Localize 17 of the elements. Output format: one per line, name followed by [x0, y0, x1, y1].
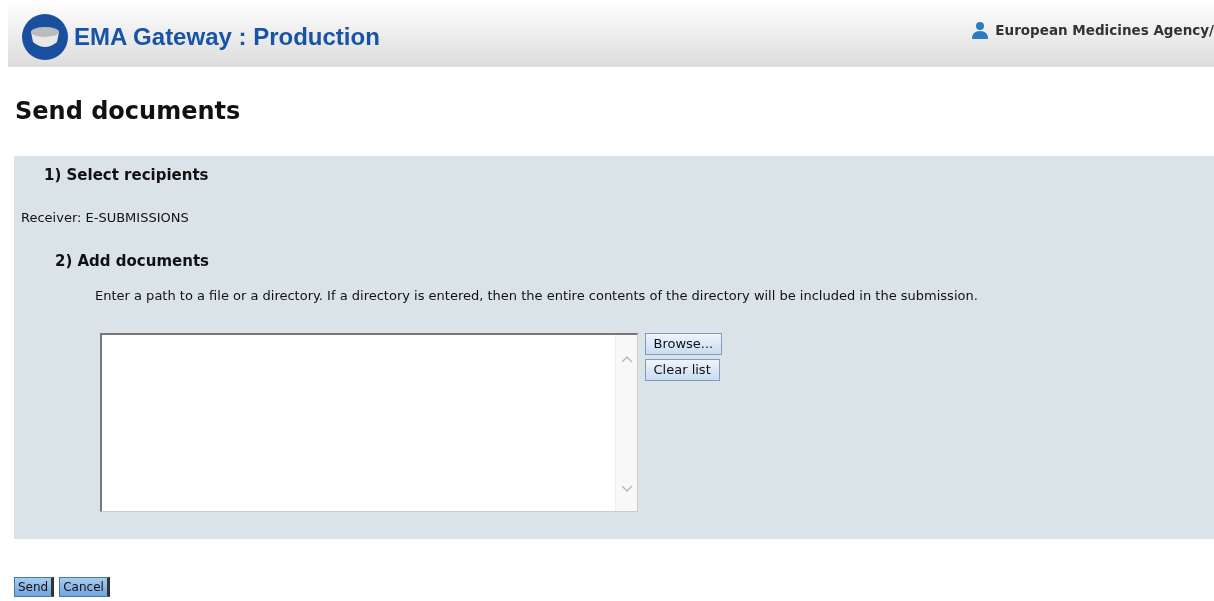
browse-button[interactable]: Browse... [644, 332, 723, 355]
scroll-down-icon[interactable] [620, 484, 633, 493]
logo-icon [22, 14, 68, 60]
page-title: Send documents [15, 97, 242, 126]
document-list[interactable] [100, 332, 638, 512]
send-button[interactable]: Send [14, 576, 55, 597]
section-heading: 2) Add documents [55, 250, 210, 272]
user-name: European Medicines Agency/ [995, 21, 1214, 40]
user-icon [971, 21, 990, 40]
clear-list-button[interactable]: Clear list [644, 358, 720, 381]
section-heading: 1) Select recipients [44, 164, 210, 186]
scrollbar[interactable] [615, 334, 637, 511]
receiver-text: Receiver: E-SUBMISSIONS [21, 209, 190, 228]
app-title: EMA Gateway : Production [74, 22, 380, 52]
scroll-up-icon[interactable] [620, 354, 633, 363]
instructions-text: Enter a path to a file or a directory. If a directory is entered, then the entire contents of the directory will be included in the submission. [95, 287, 979, 306]
cancel-button[interactable]: Cancel [59, 576, 110, 597]
